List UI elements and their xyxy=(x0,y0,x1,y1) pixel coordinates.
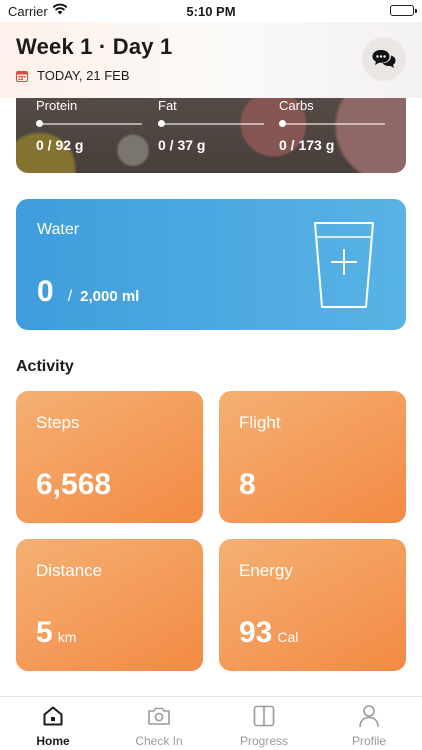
tile-label: Energy xyxy=(239,561,293,580)
tile-value-row: 93 Cal xyxy=(239,616,298,650)
status-bar: Carrier 5:10 PM xyxy=(0,0,422,22)
battery-icon xyxy=(390,5,417,16)
activity-tile-flight[interactable]: Flight 8 xyxy=(219,391,406,523)
macro-value: 0 / 173 g xyxy=(279,137,335,153)
macro-protein: Protein 0 / 92 g xyxy=(36,98,142,153)
date-label: TODAY, 21 FEB xyxy=(37,68,130,83)
activity-heading: Activity xyxy=(16,358,74,375)
tile-label: Distance xyxy=(36,561,103,580)
tile-unit: km xyxy=(57,629,77,645)
water-label: Water xyxy=(37,221,80,238)
chat-bubbles-icon xyxy=(372,50,396,68)
water-goal: 2,000 ml xyxy=(80,288,140,305)
tab-label: Check In xyxy=(135,734,183,748)
home-icon xyxy=(0,703,106,729)
tab-bar: Home Check In Progress Profile xyxy=(0,696,422,750)
water-value: 0 xyxy=(37,275,54,308)
calendar-icon xyxy=(16,70,28,82)
tile-value-row: 8 xyxy=(239,468,261,502)
tile-value: 5 xyxy=(36,616,53,649)
tab-label: Profile xyxy=(351,734,386,748)
water-separator: / xyxy=(67,288,73,305)
date-row: TODAY, 21 FEB xyxy=(16,68,130,83)
tile-value-row: 5 km xyxy=(36,616,76,650)
water-card[interactable]: Water 0 / 2,000 ml xyxy=(16,199,406,330)
progress-icon xyxy=(211,703,317,729)
tile-unit: Cal xyxy=(277,629,299,645)
tab-home[interactable]: Home xyxy=(0,703,106,748)
tab-label: Home xyxy=(36,734,70,748)
tab-profile[interactable]: Profile xyxy=(316,703,422,748)
tile-label: Flight xyxy=(239,413,281,432)
tile-value: 93 xyxy=(239,616,273,649)
tile-label: Steps xyxy=(36,413,80,432)
chat-button[interactable] xyxy=(362,37,406,81)
clock: 5:10 PM xyxy=(186,4,236,19)
macro-fat: Fat 0 / 37 g xyxy=(158,98,264,153)
activity-tile-steps[interactable]: Steps 6,568 xyxy=(16,391,203,523)
macro-value: 0 / 92 g xyxy=(36,137,84,153)
tile-value: 6,568 xyxy=(36,468,112,501)
tile-value: 8 xyxy=(239,468,256,501)
camera-icon xyxy=(106,703,212,729)
tab-label: Progress xyxy=(239,734,289,748)
macro-label: Carbs xyxy=(279,98,314,113)
tab-check-in[interactable]: Check In xyxy=(106,703,212,748)
water-value-row: 0 / 2,000 ml xyxy=(37,275,139,309)
page-title: Week 1 · Day 1 xyxy=(16,34,173,59)
macro-label: Protein xyxy=(36,98,78,113)
page-header: Week 1 · Day 1 TODAY, 21 FEB xyxy=(0,22,422,98)
macro-value: 0 / 37 g xyxy=(158,137,206,153)
macro-progress-bar xyxy=(158,120,264,127)
person-icon xyxy=(316,703,422,729)
tab-progress[interactable]: Progress xyxy=(211,703,317,748)
tile-value-row: 6,568 xyxy=(36,468,116,502)
activity-tile-distance[interactable]: Distance 5 km xyxy=(16,539,203,671)
macro-carbs: Carbs 0 / 173 g xyxy=(279,98,385,153)
glass-plus-icon[interactable] xyxy=(312,219,376,316)
macro-label: Fat xyxy=(158,98,177,113)
macro-progress-bar xyxy=(279,120,385,127)
macro-progress-bar xyxy=(36,120,142,127)
activity-tile-energy[interactable]: Energy 93 Cal xyxy=(219,539,406,671)
